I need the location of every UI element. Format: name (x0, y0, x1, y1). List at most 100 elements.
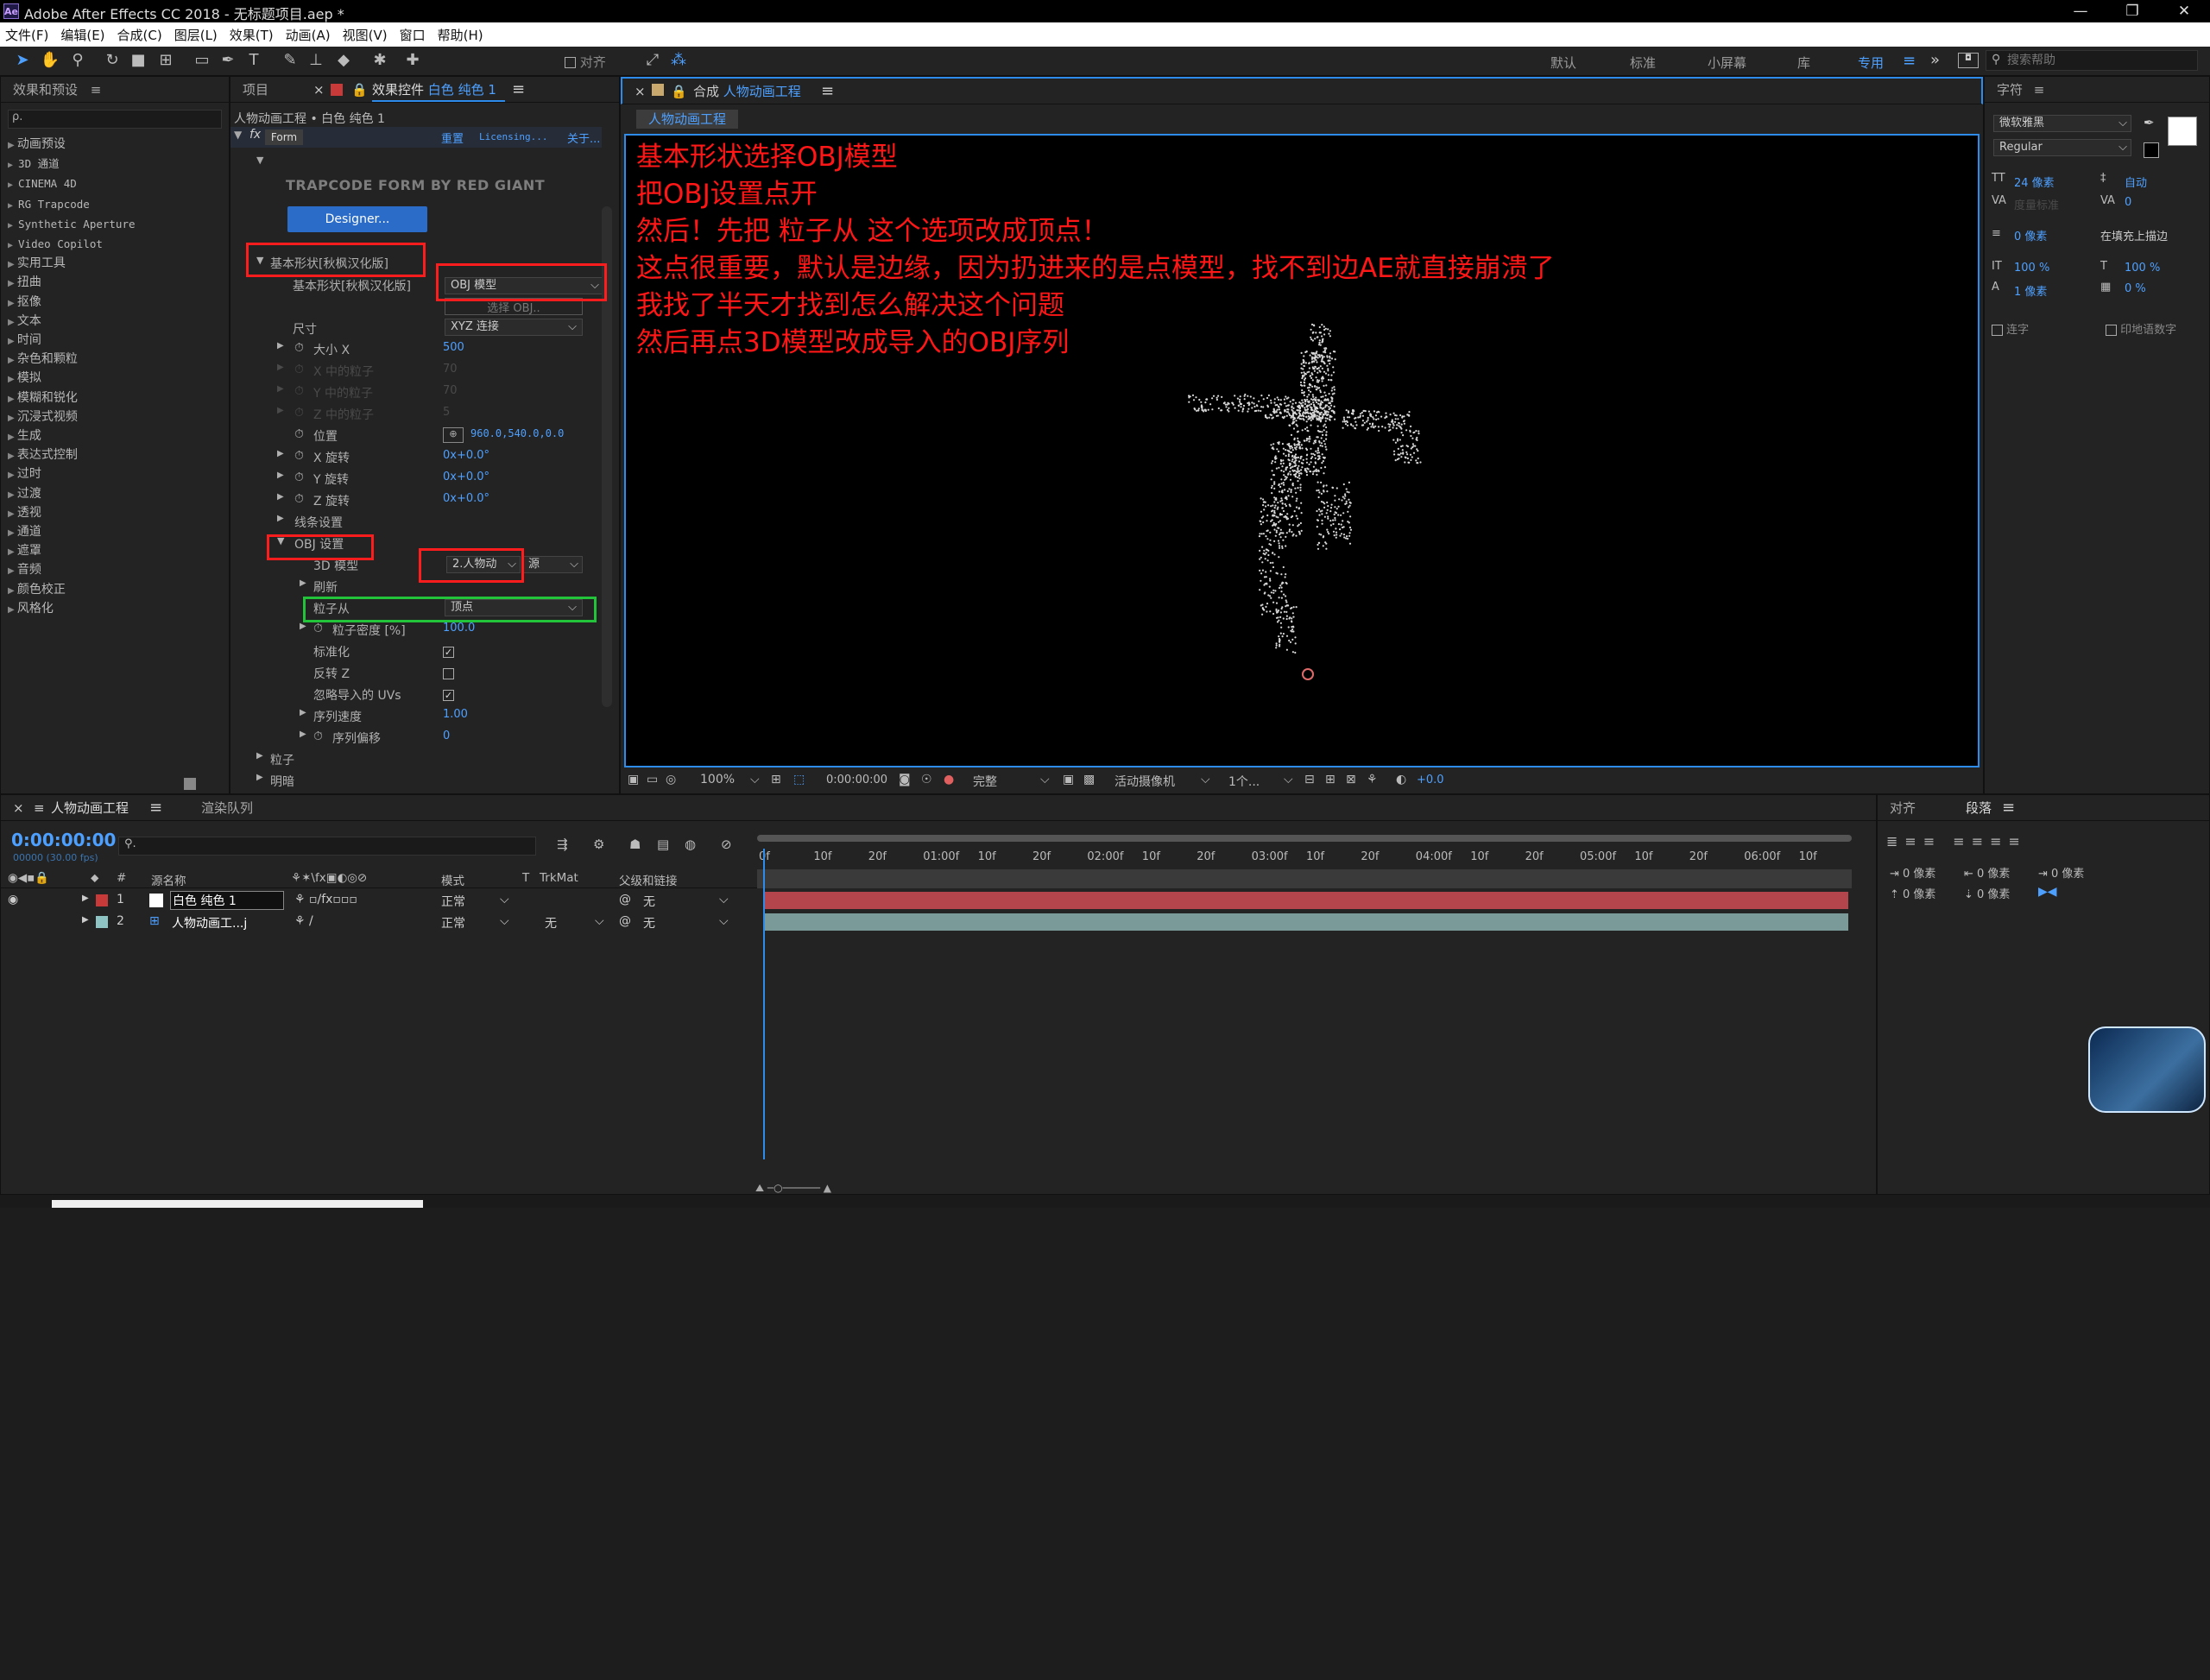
layer-mode[interactable]: 正常 (441, 893, 465, 910)
menu-window[interactable]: 窗口 (400, 26, 426, 44)
effects-item[interactable]: 过时 (8, 465, 136, 484)
panel-menu-icon[interactable]: ≡ (149, 795, 162, 821)
transparency-grid-icon[interactable]: ▩ (1083, 773, 1095, 786)
selection-tool-icon[interactable]: ➤ (12, 50, 33, 71)
stopwatch-icon[interactable]: ⏱ (313, 729, 323, 743)
anchor-point-icon[interactable] (1302, 668, 1314, 680)
effects-item[interactable]: 过渡 (8, 485, 136, 504)
effects-item[interactable]: 3D 通道 (8, 155, 136, 174)
density-value[interactable]: 100.0 (443, 622, 475, 635)
grid-icon[interactable]: ⊞ (1325, 773, 1335, 786)
comp-mini-flowchart-icon[interactable]: ⇶ (557, 837, 568, 852)
space-before[interactable]: ⇡ 0 像素 (1890, 885, 1935, 901)
stopwatch-icon[interactable]: ⏱ (294, 384, 304, 398)
rotate-x-value[interactable]: 0x+0.0° (443, 449, 489, 462)
trkmat-header[interactable]: TrkMat (540, 871, 578, 885)
monitor-icon[interactable]: ▭ (647, 773, 658, 786)
zoom-dropdown[interactable]: 100% (700, 773, 735, 786)
pick-whip-icon[interactable]: @ (619, 914, 631, 928)
tab-align[interactable]: 对齐 (1890, 795, 1916, 821)
indent-left[interactable]: ⇥ 0 像素 (1890, 864, 1935, 881)
motion-blur-icon[interactable]: ◍ (685, 837, 696, 852)
effects-item[interactable]: 文本 (8, 313, 136, 332)
timeline-current-time[interactable]: 0:00:00:00 (11, 830, 116, 850)
designer-button[interactable]: Designer... (287, 206, 427, 232)
effects-item[interactable]: 沉浸式视频 (8, 408, 136, 427)
stopwatch-icon[interactable]: ⏱ (294, 449, 304, 463)
stopwatch-icon[interactable]: ⏱ (294, 406, 304, 420)
layer-trkmat[interactable]: 无 (545, 914, 557, 932)
effects-item[interactable]: 模糊和锐化 (8, 389, 136, 408)
stopwatch-icon[interactable]: ⏱ (294, 341, 304, 355)
pick-whip-icon[interactable]: @ (619, 893, 631, 906)
param-value[interactable]: 500 (443, 341, 464, 354)
effects-search-input[interactable]: ρ. (8, 110, 222, 129)
frame-blend-icon[interactable]: ▤ (657, 837, 669, 852)
work-area-bar[interactable] (757, 835, 1852, 842)
rotate-z-value[interactable]: 0x+0.0° (443, 492, 489, 505)
roto-brush-tool-icon[interactable]: ✱ (369, 50, 390, 71)
menu-file[interactable]: 文件(F) (5, 26, 48, 44)
close-tab-icon[interactable]: × (635, 79, 646, 104)
menu-help[interactable]: 帮助(H) (438, 26, 483, 44)
fx-about-link[interactable]: 关于... (567, 129, 600, 146)
tab-render-queue[interactable]: 渲染队列 (201, 795, 253, 821)
space-after[interactable]: ⇣ 0 像素 (1964, 885, 2010, 901)
layer-label-color[interactable] (96, 916, 108, 928)
effects-item[interactable]: 通道 (8, 523, 136, 542)
3d-glasses-icon[interactable]: ◎ (666, 773, 676, 786)
close-tab-icon[interactable]: × (313, 77, 325, 103)
align-checkbox[interactable] (565, 57, 576, 68)
paragraph-align-buttons[interactable]: ≣≡≡ ≡≡≡≡ (1886, 833, 2027, 849)
font-family-dropdown[interactable]: 微软雅黑 ⌵ (1993, 115, 2131, 132)
menu-composition[interactable]: 合成(C) (117, 26, 162, 44)
source-dropdown[interactable]: 源 ⌵ (522, 556, 583, 573)
pen-tool-icon[interactable]: ✒ (218, 50, 238, 71)
indent-right-value[interactable]: 0 像素 (1977, 868, 2010, 881)
tab-effect-controls[interactable]: 效果控件 白色 纯色 1 (372, 77, 496, 103)
effects-item[interactable]: 时间 (8, 332, 136, 351)
font-size-value[interactable]: 24 像素 (2014, 174, 2055, 190)
effects-item[interactable]: 杂色和颗粒 (8, 351, 136, 369)
roi-icon[interactable]: ▣ (1063, 773, 1074, 786)
effects-item[interactable]: 实用工具 (8, 255, 136, 274)
layer-row[interactable]: ◉ ▶ 1 白色 纯色 1 ⚘ ▫/fx▫▫▫ 正常 ⌵ @ 无 ⌵ (1, 890, 761, 912)
show-snapshot-icon[interactable]: ☉ (921, 773, 932, 786)
sync-icon[interactable]: ◘ (1958, 53, 1979, 68)
fx-toggle-icon[interactable]: fx (249, 128, 261, 142)
layer-switches[interactable]: ⚘ / (294, 914, 313, 928)
stopwatch-icon[interactable]: ⏱ (313, 622, 323, 635)
eraser-tool-icon[interactable]: ◆ (333, 50, 354, 71)
effects-item[interactable]: 表达式控制 (8, 446, 136, 465)
comp-sub-tab[interactable]: 人物动画工程 (636, 110, 739, 129)
position-value[interactable]: 960.0,540.0,0.0 (470, 427, 564, 439)
panel-menu-icon[interactable]: ≡ (512, 77, 525, 103)
crosshair-icon[interactable]: ⊕ (443, 427, 464, 443)
lock-icon[interactable]: 🔒 (351, 77, 368, 103)
composition-canvas[interactable]: 基本形状选择OBJ模型 把OBJ设置点开 然后！先把 粒子从 这个选项改成顶点！… (624, 134, 1980, 767)
stopwatch-icon[interactable]: ⏱ (294, 492, 304, 506)
stopwatch-icon[interactable]: ⏱ (294, 363, 304, 376)
layer-switches[interactable]: ⚘ ▫/fx▫▫▫ (294, 893, 357, 906)
space-before-value[interactable]: 0 像素 (1903, 888, 1935, 901)
draft-3d-icon[interactable]: ⚙ (593, 837, 604, 852)
effects-item[interactable]: CINEMA 4D (8, 174, 136, 194)
fx-expand-icon[interactable]: ▼ (234, 129, 242, 141)
effects-item[interactable]: 遮罩 (8, 542, 136, 561)
snapping-icon[interactable]: ⁂ (668, 50, 689, 71)
time-ruler[interactable]: 0f10f20f01:00f10f20f02:00f10f20f03:00f10… (757, 845, 1852, 868)
hindi-digits-toggle[interactable]: 印地语数字 (2106, 320, 2176, 337)
toggle-pixel-icon[interactable]: ⊟ (1304, 773, 1315, 786)
tracking-value[interactable]: 0 (2125, 196, 2131, 209)
rotate-y-value[interactable]: 0x+0.0° (443, 471, 489, 483)
effects-item[interactable]: 抠像 (8, 294, 136, 313)
workspace-default[interactable]: 默认 (1550, 54, 1576, 72)
seq-offset-value[interactable]: 0 (443, 729, 450, 742)
layer-name[interactable]: 白色 纯色 1 (170, 891, 284, 910)
indent-right[interactable]: ⇤ 0 像素 (1964, 864, 2010, 881)
effects-item[interactable]: RG Trapcode (8, 195, 136, 215)
stroke-width-value[interactable]: 0 像素 (2014, 227, 2047, 243)
align-toggle[interactable]: 对齐 (565, 53, 606, 71)
visibility-icon[interactable]: ◉ (8, 893, 18, 906)
layer-mode[interactable]: 正常 (441, 914, 465, 932)
